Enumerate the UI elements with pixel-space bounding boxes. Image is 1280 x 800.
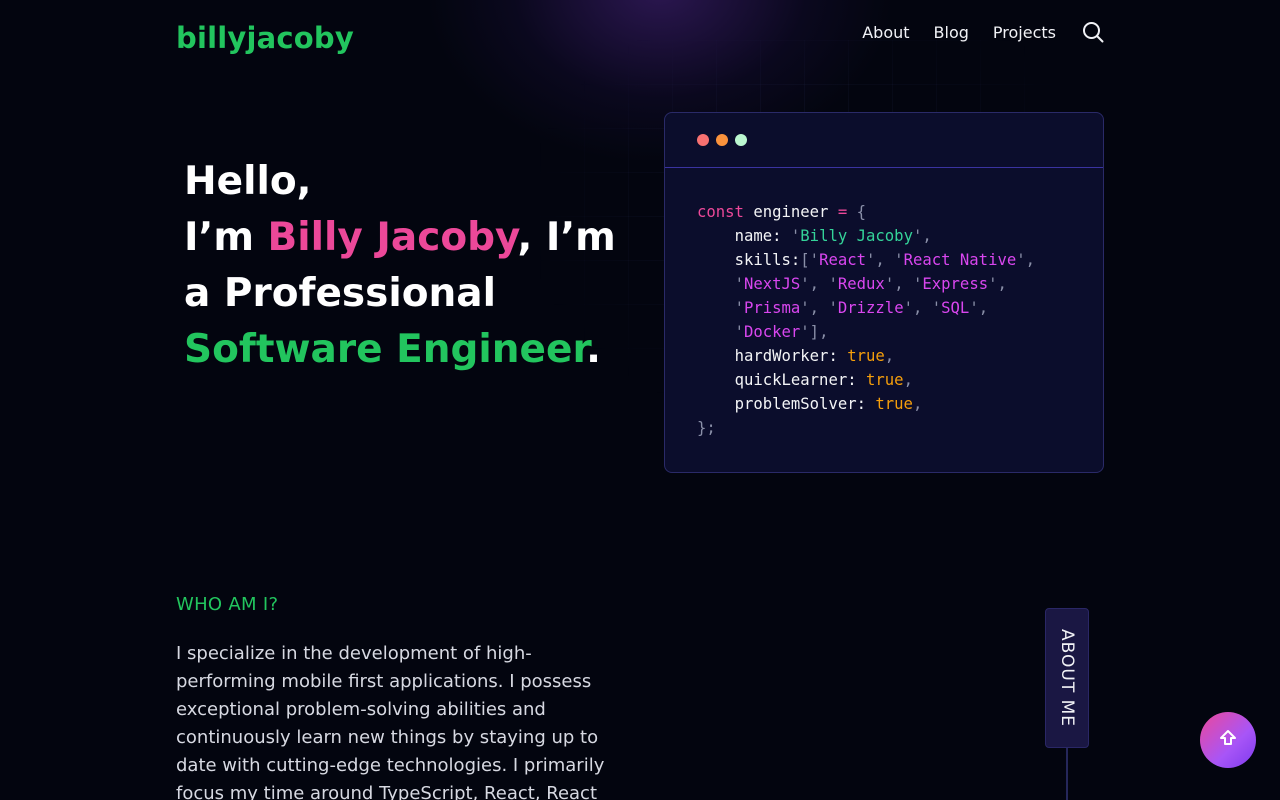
code-val-name: Billy Jacoby (800, 227, 913, 245)
code-open: { (856, 203, 867, 221)
nav-about[interactable]: About (862, 23, 909, 42)
code-key-hardworker: hardWorker: (734, 347, 838, 365)
hero-line-hello: Hello, (184, 159, 312, 204)
skill-item: Express (922, 275, 989, 293)
window-dot-green (735, 134, 747, 146)
code-true: true (875, 395, 913, 413)
code-const: const (697, 203, 744, 221)
code-window-titlebar (665, 113, 1103, 168)
arrow-up-icon (1218, 728, 1238, 752)
site-header: billyjacoby About Blog Projects (176, 14, 1104, 62)
code-key-problemsolver: problemSolver: (734, 395, 866, 413)
code-key-quicklearner: quickLearner: (734, 371, 857, 389)
nav-projects[interactable]: Projects (993, 23, 1056, 42)
skill-item: Redux (837, 275, 885, 293)
hero-line-name: I’m Billy Jacoby, I’m (184, 210, 624, 266)
code-close: }; (697, 419, 716, 437)
hero-role: Software Engineer (184, 327, 587, 372)
hero-line-professional: a Professional (184, 271, 496, 316)
about-me-label: ABOUT ME (1057, 628, 1077, 727)
hero-heading: Hello, I’m Billy Jacoby, I’m a Professio… (184, 154, 624, 378)
site-logo[interactable]: billyjacoby (176, 21, 354, 55)
skill-item: Prisma (743, 299, 801, 317)
section-heading-who: WHO AM I? (176, 594, 279, 615)
window-dot-red (697, 134, 709, 146)
code-eq: = (837, 203, 848, 221)
skill-item: Drizzle (837, 299, 904, 317)
code-key-name: name: (734, 227, 782, 245)
hero-im-prefix: I’m (184, 215, 268, 260)
hero-name: Billy Jacoby (267, 215, 518, 260)
scroll-to-top-button[interactable] (1200, 712, 1256, 768)
skill-item: Docker (743, 323, 801, 341)
about-me-tab[interactable]: ABOUT ME (1045, 608, 1089, 748)
main-nav: About Blog Projects (862, 21, 1104, 43)
code-snippet: const engineer = { name: 'Billy Jacoby',… (697, 203, 1036, 437)
code-key-skills: skills: (734, 251, 801, 269)
hero-im-suffix: , I’m (517, 215, 616, 260)
code-var: engineer (753, 203, 829, 221)
search-icon[interactable] (1082, 21, 1104, 43)
skill-item: NextJS (743, 275, 801, 293)
hero-line-role: Software Engineer. (184, 322, 624, 378)
code-true: true (866, 371, 904, 389)
timeline-line (1066, 748, 1068, 800)
about-paragraph: I specialize in the development of high-… (176, 643, 605, 800)
skill-item: React (819, 251, 867, 269)
window-dot-orange (716, 134, 728, 146)
code-true: true (847, 347, 885, 365)
nav-blog[interactable]: Blog (934, 23, 969, 42)
skill-item: React Native (903, 251, 1017, 269)
hero-period: . (586, 327, 601, 372)
skill-item: SQL (941, 299, 970, 317)
code-window: const engineer = { name: 'Billy Jacoby',… (664, 112, 1104, 473)
